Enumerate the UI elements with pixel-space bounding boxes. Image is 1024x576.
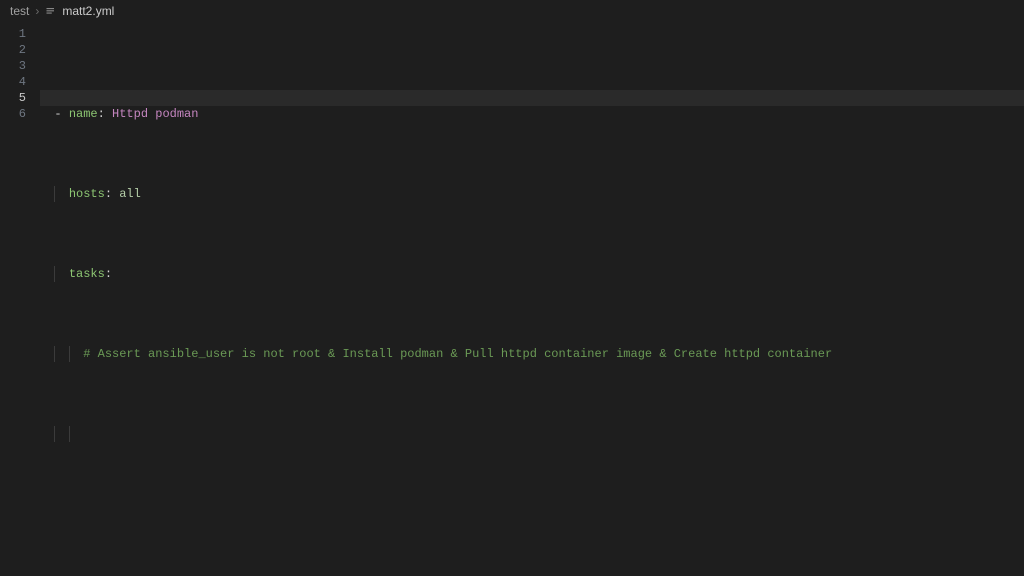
yaml-colon: : bbox=[105, 186, 112, 202]
line-number: 3 bbox=[0, 58, 26, 74]
yaml-file-icon bbox=[45, 5, 57, 17]
breadcrumb[interactable]: test › matt2.yml bbox=[0, 0, 1024, 22]
breadcrumb-filename: matt2.yml bbox=[62, 4, 114, 18]
code-editor[interactable]: 1 2 3 4 5 6 - name: Httpd podman hosts: … bbox=[0, 22, 1024, 576]
yaml-dash: - bbox=[54, 106, 61, 122]
line-number-gutter: 1 2 3 4 5 6 bbox=[0, 22, 40, 576]
line-number: 1 bbox=[0, 26, 26, 42]
yaml-key: tasks bbox=[69, 266, 105, 282]
yaml-key: hosts bbox=[69, 186, 105, 202]
breadcrumb-file[interactable]: matt2.yml bbox=[45, 4, 114, 18]
code-line[interactable]: # Assert ansible_user is not root & Inst… bbox=[40, 346, 1024, 362]
yaml-colon: : bbox=[98, 106, 105, 122]
code-line[interactable]: - name: Httpd podman bbox=[40, 106, 1024, 122]
yaml-key: name bbox=[69, 106, 98, 122]
code-line-current[interactable] bbox=[40, 426, 1024, 442]
yaml-value: all bbox=[119, 186, 141, 202]
current-line-highlight bbox=[40, 90, 1024, 106]
line-number-current: 5 bbox=[0, 90, 26, 106]
breadcrumb-folder[interactable]: test bbox=[10, 4, 29, 18]
line-number: 2 bbox=[0, 42, 26, 58]
code-line[interactable]: hosts: all bbox=[40, 186, 1024, 202]
yaml-string: Httpd podman bbox=[112, 106, 198, 122]
code-line[interactable]: tasks: bbox=[40, 266, 1024, 282]
line-number: 6 bbox=[0, 106, 26, 122]
yaml-comment: # Assert ansible_user is not root & Inst… bbox=[83, 346, 832, 362]
breadcrumb-separator: › bbox=[35, 4, 39, 18]
line-number: 4 bbox=[0, 74, 26, 90]
code-line[interactable] bbox=[40, 506, 1024, 522]
yaml-colon: : bbox=[105, 266, 112, 282]
code-area[interactable]: - name: Httpd podman hosts: all tasks: #… bbox=[40, 22, 1024, 576]
